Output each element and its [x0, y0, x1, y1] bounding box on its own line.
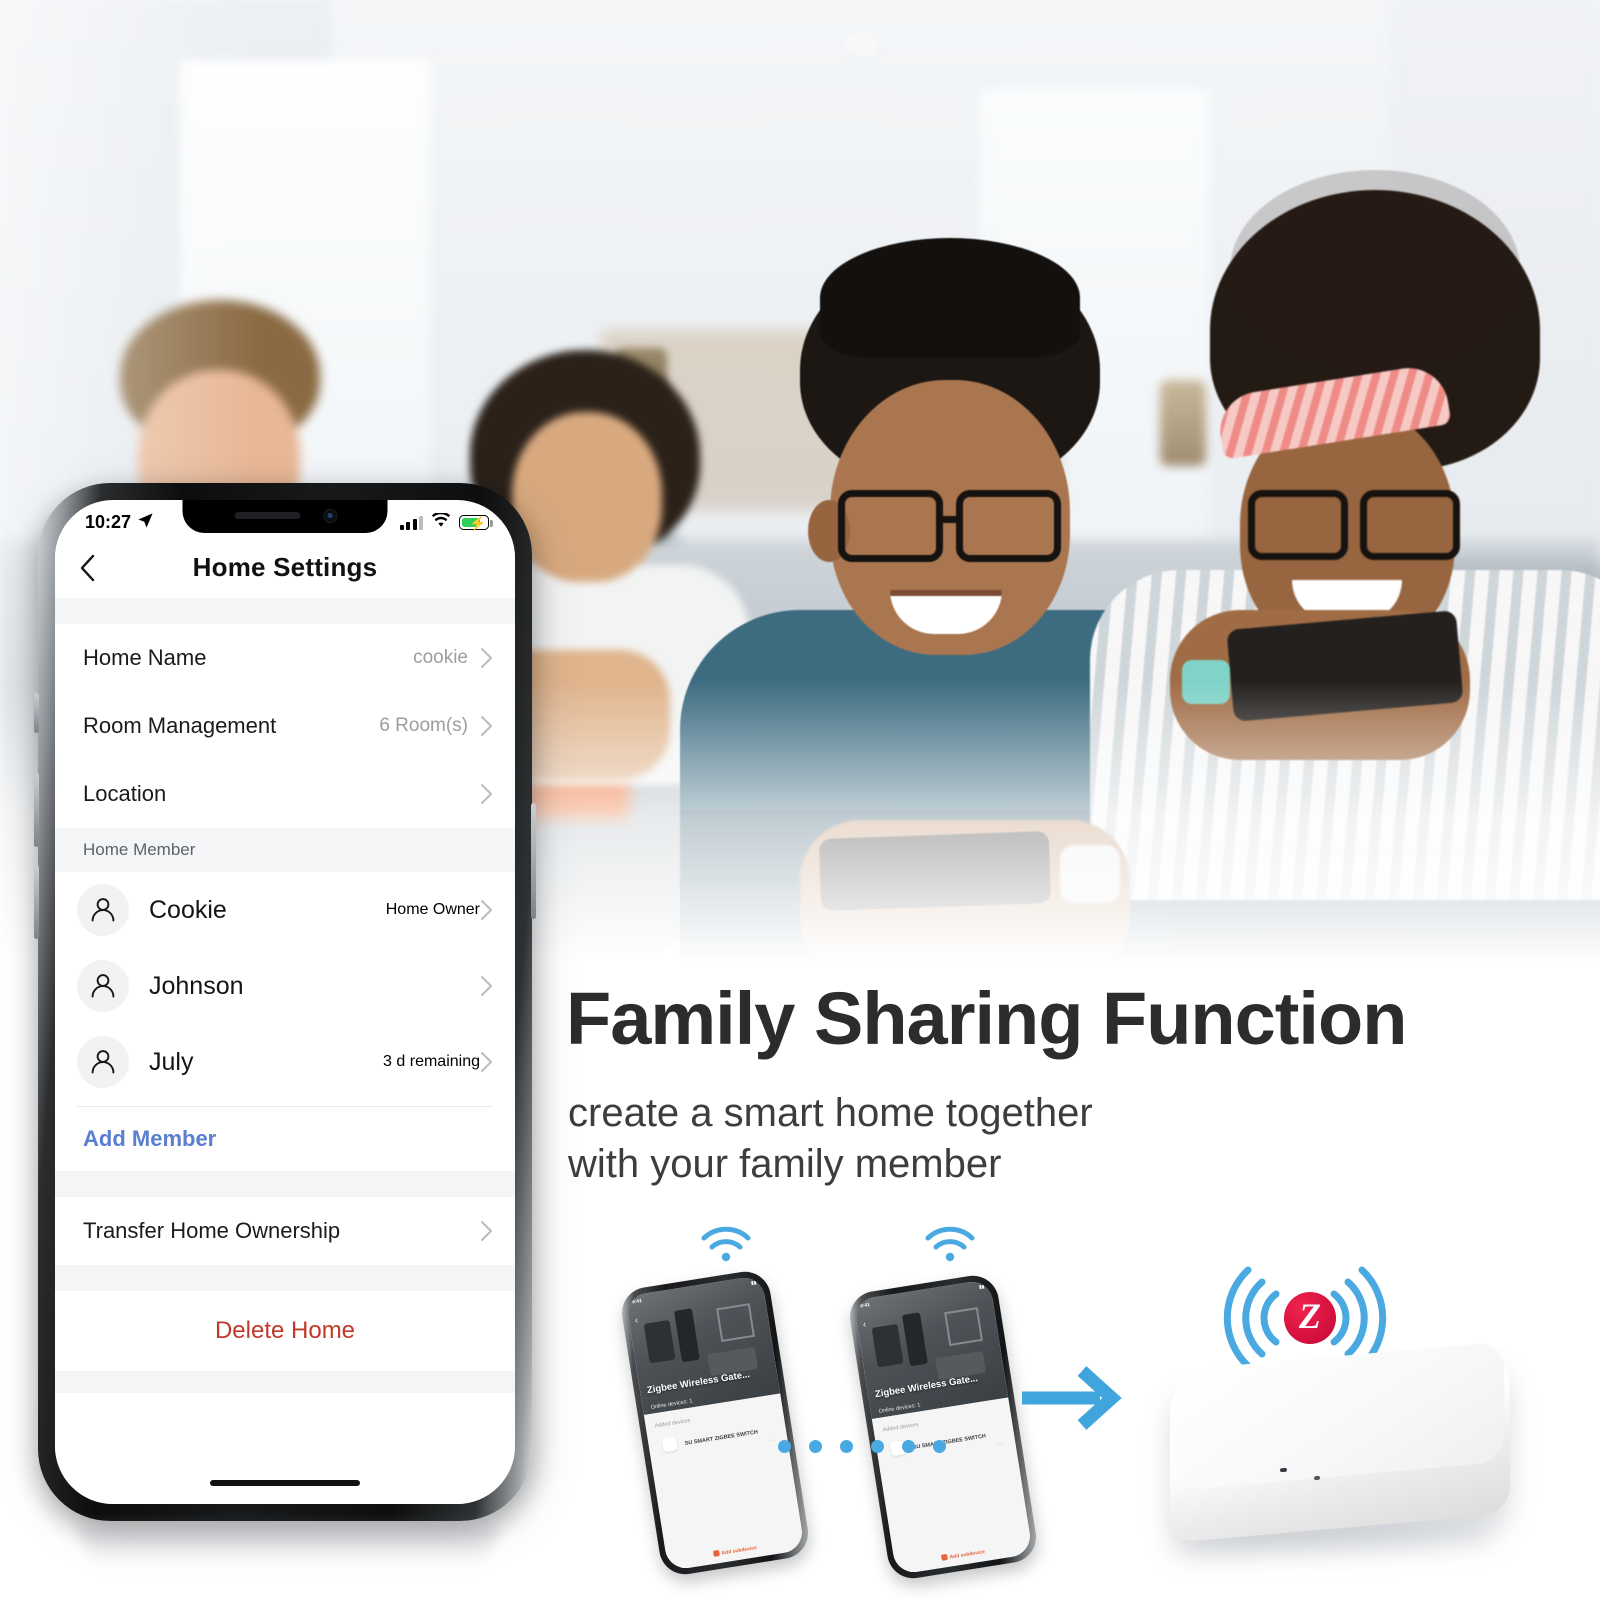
ellipsis-icon[interactable]: ··· — [996, 1441, 1004, 1449]
member-row-cookie[interactable]: Cookie Home Owner — [55, 872, 515, 948]
chevron-left-icon[interactable]: ‹ — [862, 1319, 867, 1329]
section-gap — [55, 1371, 515, 1393]
row-transfer-ownership[interactable]: Transfer Home Ownership — [55, 1197, 515, 1265]
row-home-name[interactable]: Home Name cookie — [55, 624, 515, 692]
chevron-right-icon — [480, 975, 493, 997]
mini-status-icons: ▮▮ — [750, 1279, 758, 1287]
mini-phone-screen: 9:41 ▮▮ ‹ Zigbee Wireless Gate... Online… — [625, 1274, 805, 1572]
member-row-johnson[interactable]: Johnson — [55, 948, 515, 1024]
member-name: July — [149, 1047, 194, 1076]
row-room-management[interactable]: Room Management 6 Room(s) — [55, 692, 515, 760]
mini-status-time: 9:41 — [631, 1297, 643, 1306]
person-avatar-icon — [77, 960, 129, 1012]
cellular-bars-icon — [399, 515, 423, 530]
section-gap — [55, 1265, 515, 1291]
add-member-link[interactable]: Add Member — [83, 1126, 216, 1152]
mini-phone-1: 9:41 ▮▮ ‹ Zigbee Wireless Gate... Online… — [618, 1268, 812, 1578]
section-gap — [55, 598, 515, 624]
zigbee-badge-letter: Z — [1299, 1296, 1321, 1336]
wifi-icon — [431, 511, 451, 533]
headline: Family Sharing Function — [566, 977, 1407, 1060]
mini-device-list: Added devices SU SMART ZIGBEE SWITCH ···… — [643, 1393, 805, 1572]
ceiling-light — [845, 32, 879, 56]
chevron-right-icon — [480, 1051, 493, 1073]
plus-icon — [713, 1549, 721, 1557]
home-indicator[interactable] — [210, 1480, 360, 1486]
phone-screen: 10:27 ⚡ Home Settings Home Name cookie R… — [55, 500, 515, 1504]
row-label: Location — [83, 781, 167, 806]
volume-down-button[interactable] — [34, 865, 39, 939]
poster-canvas: Family Sharing Function create a smart h… — [0, 0, 1600, 1600]
status-time: 10:27 — [85, 512, 132, 532]
connectivity-diagram: 9:41 ▮▮ ‹ Zigbee Wireless Gate... Online… — [600, 1200, 1600, 1600]
phone-reflection — [78, 1525, 498, 1571]
mini-hero-image: 9:41 ▮▮ ‹ Zigbee Wireless Gate... Online… — [625, 1274, 781, 1416]
mini-phone-2: 9:41 ▮▮ ‹ Zigbee Wireless Gate... Online… — [846, 1272, 1040, 1582]
person-avatar-icon — [77, 1036, 129, 1088]
row-value: cookie — [413, 647, 468, 668]
row-label: Room Management — [83, 713, 277, 738]
member-name: Johnson — [149, 971, 244, 1000]
delete-home-button[interactable]: Delete Home — [215, 1317, 355, 1345]
mini-status-time: 9:41 — [859, 1301, 871, 1310]
mini-list-header: Added devices — [654, 1417, 691, 1430]
arrow-right-icon — [1020, 1365, 1140, 1431]
section-header-home-member: Home Member — [55, 828, 515, 872]
row-label: Transfer Home Ownership — [83, 1218, 341, 1243]
subtitle-line-2: with your family member — [568, 1142, 1002, 1187]
member-row-july[interactable]: July 3 d remaining — [55, 1024, 515, 1100]
chevron-right-icon — [480, 899, 493, 921]
add-subdevice-label: Add subdevice — [949, 1549, 986, 1561]
mini-phone-screen: 9:41 ▮▮ ‹ Zigbee Wireless Gate... Online… — [853, 1278, 1033, 1576]
wifi-signal-icon — [922, 1222, 978, 1264]
mini-list-header: Added devices — [882, 1421, 919, 1434]
add-member-row[interactable]: Add Member — [55, 1107, 515, 1171]
mini-status-icons: ▮▮ — [978, 1283, 986, 1291]
delete-home-row[interactable]: Delete Home — [55, 1291, 515, 1371]
mute-switch[interactable] — [34, 693, 39, 733]
plus-icon — [941, 1553, 949, 1561]
member-role: Home Owner — [385, 901, 480, 918]
row-label: Home Name — [83, 645, 207, 670]
row-value: 6 Room(s) — [379, 715, 468, 736]
battery-charging-icon: ⚡ — [459, 515, 493, 530]
row-location[interactable]: Location — [55, 760, 515, 828]
mini-hero-image: 9:41 ▮▮ ‹ Zigbee Wireless Gate... Online… — [853, 1278, 1009, 1420]
phone-mockup: 10:27 ⚡ Home Settings Home Name cookie R… — [34, 483, 538, 1571]
volume-up-button[interactable] — [34, 773, 39, 847]
dotted-connector — [778, 1440, 946, 1453]
add-subdevice-label: Add subdevice — [721, 1545, 758, 1557]
zigbee-gateway-hub: Z — [1148, 1260, 1548, 1580]
person-avatar-icon — [77, 884, 129, 936]
nav-bar: Home Settings — [55, 536, 515, 598]
chevron-right-icon — [480, 647, 493, 669]
subtitle: create a smart home together with your f… — [568, 1088, 1328, 1190]
status-left: 10:27 — [85, 512, 154, 534]
mini-hero-title: Zigbee Wireless Gate... — [646, 1369, 751, 1397]
chevron-right-icon — [480, 715, 493, 737]
page-title: Home Settings — [192, 551, 378, 582]
power-button[interactable] — [531, 803, 536, 919]
zigbee-logo-badge: Z — [1284, 1292, 1336, 1344]
member-expiry-badge: 3 d remaining — [383, 1053, 480, 1070]
mini-device-list: Added devices SU SMART ZIGBEE SWITCH ···… — [871, 1397, 1033, 1576]
section-gap — [55, 1171, 515, 1197]
chevron-right-icon — [480, 1220, 493, 1242]
phone-frame: 10:27 ⚡ Home Settings Home Name cookie R… — [34, 483, 536, 1521]
back-button[interactable] — [79, 554, 105, 582]
status-right: ⚡ — [399, 511, 493, 533]
wifi-signal-icon — [698, 1222, 754, 1264]
ellipsis-icon[interactable]: ··· — [768, 1437, 776, 1445]
chevron-left-icon[interactable]: ‹ — [634, 1315, 639, 1325]
member-name: Cookie — [149, 895, 227, 924]
mini-hero-title: Zigbee Wireless Gate... — [874, 1373, 979, 1401]
location-arrow-icon — [137, 512, 154, 534]
chevron-right-icon — [480, 783, 493, 805]
status-bar: 10:27 ⚡ — [55, 500, 515, 536]
mini-device-name: SU SMART ZIGBEE SWITCH — [684, 1429, 759, 1447]
settings-content: Home Name cookie Room Management 6 Room(… — [55, 598, 515, 1504]
device-icon — [661, 1436, 678, 1453]
subtitle-line-1: create a smart home together — [568, 1091, 1093, 1135]
